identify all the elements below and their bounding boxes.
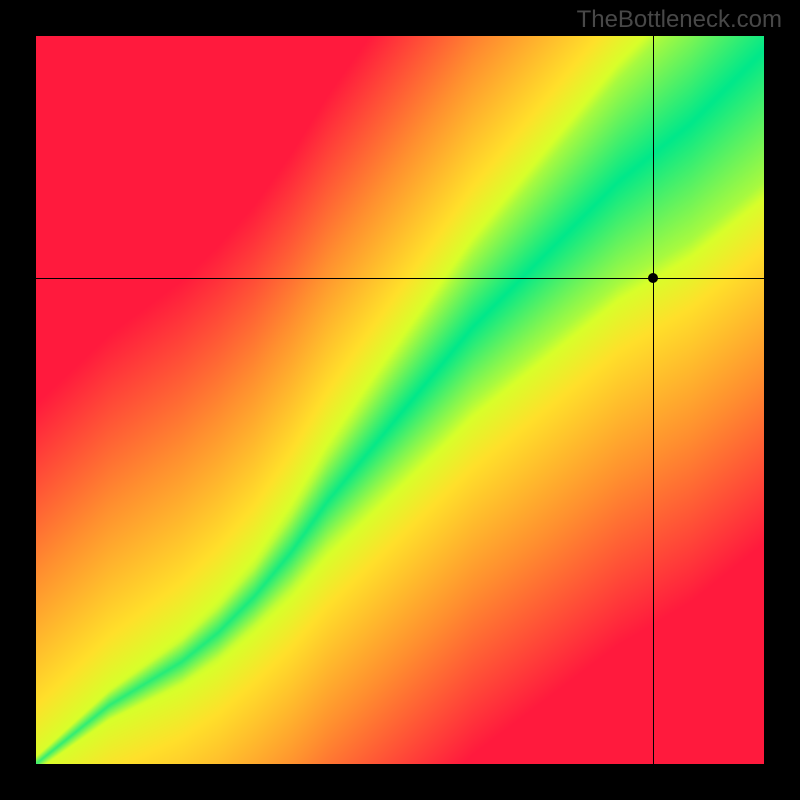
watermark-text: TheBottleneck.com [577, 6, 782, 34]
crosshair-vertical [653, 36, 655, 764]
crosshair-marker [648, 273, 658, 283]
heatmap-canvas [36, 36, 764, 764]
heatmap-chart [36, 36, 764, 764]
